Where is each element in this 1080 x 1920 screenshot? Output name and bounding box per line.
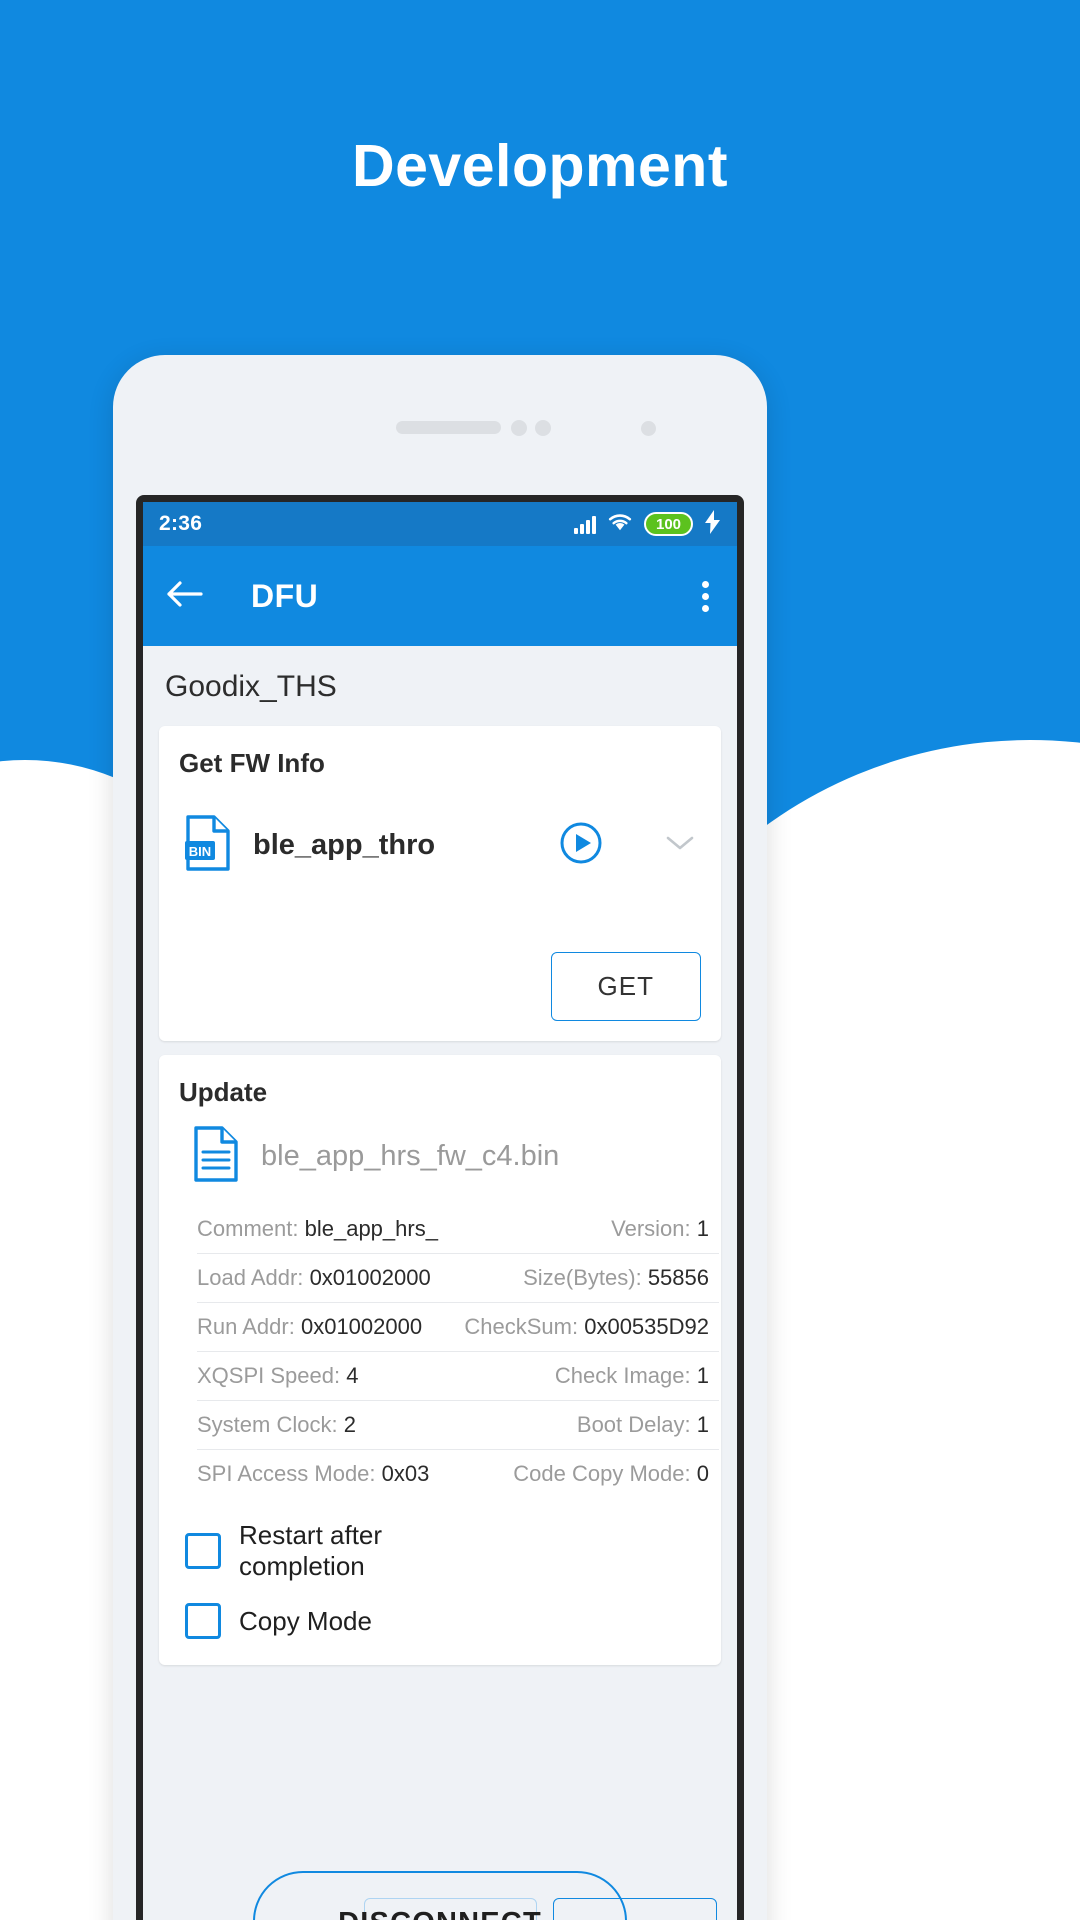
device-name-label: Goodix_THS — [165, 670, 337, 703]
info-label: Check Image: — [554, 1363, 691, 1388]
promo-title: Development — [352, 133, 728, 199]
phone-camera-icon — [641, 421, 656, 436]
chevron-down-icon[interactable] — [665, 834, 695, 857]
checkbox-copy-mode[interactable]: Copy Mode — [185, 1603, 701, 1640]
app-bar: DFU — [143, 546, 737, 646]
info-label: System Clock: — [197, 1412, 338, 1437]
firmware-name-label: ble_app_thro — [253, 829, 436, 861]
get-fw-info-actions: GET — [179, 952, 701, 1021]
info-label: Boot Delay: — [576, 1412, 691, 1437]
app-screen: 2:36 100 DFU Goodix_THS Get FW Info BIN … — [143, 502, 737, 1920]
phone-speaker-icon — [396, 421, 501, 434]
phone-sensor-icon — [535, 420, 551, 436]
info-value: 0x03 — [381, 1461, 430, 1486]
info-value: 2 — [343, 1412, 356, 1437]
checkbox-label: Restart after completion — [239, 1520, 383, 1581]
update-title: Update — [179, 1077, 268, 1107]
table-row: Comment: ble_app_hrs_ Version: 1 — [197, 1205, 719, 1254]
checkbox-restart-after-completion[interactable]: Restart after completion — [185, 1520, 701, 1581]
table-row: Run Addr: 0x01002000 CheckSum: 0x00535D9… — [197, 1302, 719, 1352]
info-value: 0x00535D92 — [584, 1314, 709, 1339]
info-label: XQSPI Speed: — [197, 1363, 341, 1388]
firmware-row[interactable]: BIN ble_app_thro — [179, 815, 701, 876]
info-label: Code Copy Mode: — [513, 1461, 691, 1486]
checkbox-box-icon[interactable] — [185, 1532, 221, 1569]
phone-screen-bezel: 2:36 100 DFU Goodix_THS Get FW Info BIN … — [136, 495, 744, 1920]
status-icon-group: 100 — [574, 509, 721, 539]
app-content: Goodix_THS Get FW Info BIN ble_app_thro … — [143, 646, 737, 1666]
battery-icon: 100 — [644, 512, 693, 536]
info-label: Comment: — [197, 1216, 299, 1241]
update-file-row[interactable]: ble_app_hrs_fw_c4.bin — [179, 1126, 701, 1187]
status-bar: 2:36 100 — [143, 502, 737, 546]
status-clock: 2:36 — [159, 512, 203, 535]
info-value: 0x01002000 — [309, 1265, 431, 1290]
phone-sensor-icon — [511, 420, 527, 436]
info-value: ble_app_hrs_ — [304, 1216, 438, 1241]
page-title: DFU — [251, 577, 319, 614]
wifi-icon — [607, 512, 633, 537]
play-circle-icon[interactable] — [559, 821, 603, 870]
info-value: 1 — [696, 1363, 709, 1388]
checkbox-label: Copy Mode — [239, 1606, 372, 1636]
more-vertical-icon[interactable] — [696, 573, 715, 620]
phone-mockup: 2:36 100 DFU Goodix_THS Get FW Info BIN … — [113, 355, 767, 1920]
table-row: Load Addr: 0x01002000 Size(Bytes): 55856 — [197, 1253, 719, 1303]
info-label: CheckSum: — [464, 1314, 579, 1339]
update-card: Update ble_app_hrs_fw_c4.bin Comment: bl… — [159, 1055, 721, 1666]
bin-file-icon: BIN — [185, 815, 231, 876]
info-value: 1 — [696, 1412, 709, 1437]
update-file-name-label: ble_app_hrs_fw_c4.bin — [261, 1140, 560, 1172]
info-value: 0 — [696, 1461, 709, 1486]
info-value: 1 — [696, 1216, 709, 1241]
info-label: Run Addr: — [197, 1314, 295, 1339]
get-button[interactable]: GET — [550, 952, 701, 1021]
info-label: Size(Bytes): — [523, 1265, 642, 1290]
back-arrow-icon[interactable] — [165, 579, 203, 614]
table-row: System Clock: 2 Boot Delay: 1 — [197, 1400, 719, 1450]
promo-background: Development 2:36 100 DFU Goodix_THS Get … — [0, 0, 1080, 1920]
signal-icon — [574, 515, 596, 534]
get-fw-info-card: Get FW Info BIN ble_app_thro GET — [159, 726, 721, 1041]
info-label: SPI Access Mode: — [197, 1461, 376, 1486]
table-row: XQSPI Speed: 4 Check Image: 1 — [197, 1351, 719, 1401]
info-value: 0x01002000 — [300, 1314, 423, 1339]
info-value: 55856 — [647, 1265, 709, 1290]
info-value: 4 — [346, 1363, 359, 1388]
disconnect-button[interactable]: DISCONNECT — [253, 1871, 627, 1920]
info-label: Version: — [611, 1216, 691, 1241]
table-row: SPI Access Mode: 0x03 Code Copy Mode: 0 — [197, 1450, 719, 1499]
svg-text:BIN: BIN — [189, 844, 211, 859]
checkbox-box-icon[interactable] — [185, 1603, 221, 1640]
battery-level-label: 100 — [655, 515, 682, 533]
get-fw-info-title: Get FW Info — [179, 748, 325, 778]
charging-bolt-icon — [704, 509, 721, 539]
file-lines-icon — [193, 1126, 239, 1187]
firmware-info-table: Comment: ble_app_hrs_ Version: 1 Load Ad… — [197, 1205, 719, 1498]
info-label: Load Addr: — [197, 1265, 304, 1290]
